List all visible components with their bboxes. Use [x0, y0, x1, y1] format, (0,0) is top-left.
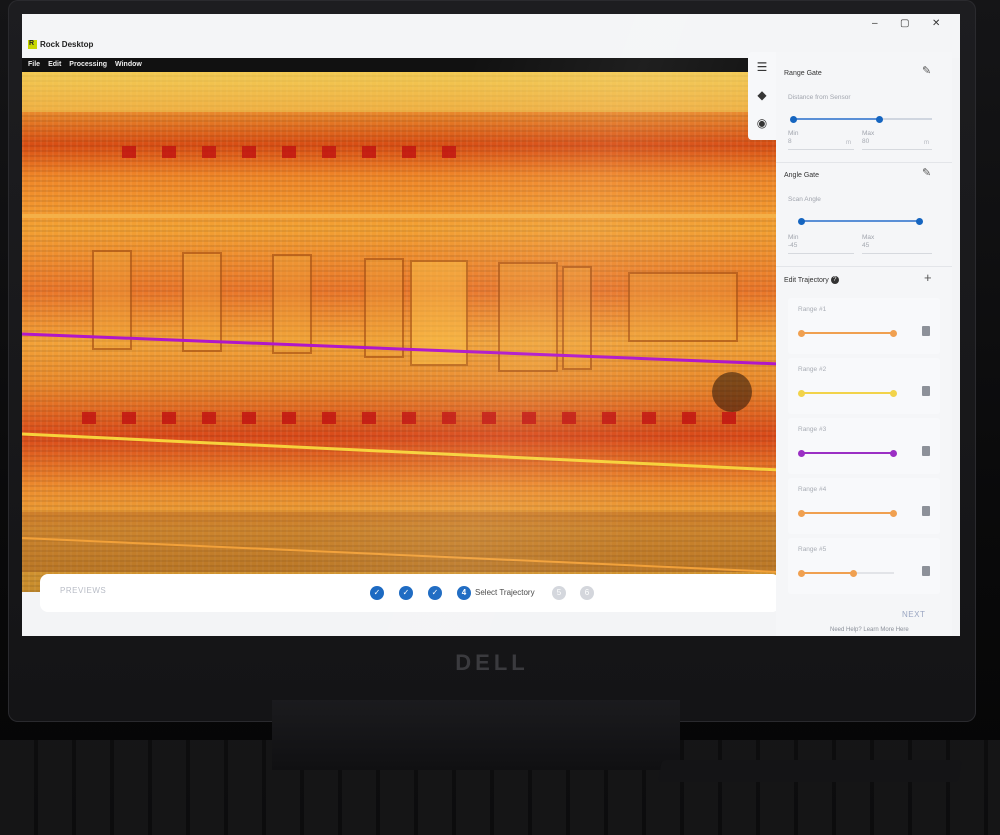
help-icon[interactable]: ? — [830, 276, 839, 284]
point-cloud-viewport[interactable] — [22, 72, 780, 592]
range-name: Range #5 — [798, 546, 827, 553]
range-gate-subtitle: Distance from Sensor — [788, 94, 851, 101]
range-name: Range #4 — [798, 486, 827, 493]
range-start-handle[interactable] — [798, 329, 805, 337]
range-item[interactable]: Range #2 — [788, 358, 940, 414]
range-name: Range #2 — [798, 366, 827, 373]
range-slider[interactable] — [798, 509, 897, 517]
angle-gate-title: Angle Gate — [784, 172, 820, 179]
eye-icon[interactable]: ◉ — [755, 116, 769, 130]
delete-range-icon[interactable] — [922, 566, 930, 576]
trajectory-overlay[interactable] — [22, 72, 780, 592]
app-logo-letter: R — [29, 40, 35, 47]
range-start-handle[interactable] — [798, 449, 805, 457]
step-2-complete-icon[interactable]: ✓ — [399, 586, 413, 600]
range-gate-max-value: 80 — [862, 138, 870, 145]
range-slider[interactable] — [798, 329, 897, 337]
range-slider[interactable] — [798, 569, 894, 577]
close-button[interactable]: ✕ — [932, 18, 940, 29]
range-start-handle[interactable] — [798, 389, 805, 397]
menu-bar: File Edit Processing Window — [22, 58, 762, 72]
range-item[interactable]: Range #1 — [788, 298, 940, 354]
step-4-label: Select Trajectory — [475, 588, 535, 597]
add-range-icon[interactable]: + — [924, 270, 932, 285]
photo-scene: DELL R Rock Desktop – ▢ ✕ File Edit Proc… — [0, 0, 1000, 835]
range-gate-min-field[interactable]: 8 m — [788, 138, 854, 150]
range-end-handle[interactable] — [890, 449, 897, 457]
range-start-handle[interactable] — [798, 509, 805, 517]
range-item[interactable]: Range #4 — [788, 478, 940, 534]
trajectory-purple[interactable] — [22, 332, 780, 366]
range-item[interactable]: Range #5 — [788, 538, 940, 594]
range-name: Range #3 — [798, 426, 827, 433]
maximize-button[interactable]: ▢ — [900, 18, 909, 29]
panel-toolbar: ☰ ◆ ◉ — [748, 52, 776, 140]
edit-trajectory-label: Edit Trajectory — [784, 276, 829, 284]
angle-gate-subtitle: Scan Angle — [788, 196, 821, 203]
menu-window[interactable]: Window — [115, 58, 142, 72]
delete-range-icon[interactable] — [922, 446, 930, 456]
trajectory-yellow[interactable] — [22, 432, 780, 472]
range-gate-title: Range Gate — [784, 70, 822, 77]
help-link[interactable]: Need Help? Learn More Here — [830, 627, 909, 633]
range-gate-max-unit: m — [924, 140, 929, 146]
range-slider[interactable] — [798, 449, 897, 457]
step-4-current[interactable]: 4 — [457, 586, 471, 600]
angle-gate-min-field[interactable]: -45 — [788, 242, 854, 254]
angle-gate-slider[interactable] — [798, 217, 923, 225]
range-gate-max-field[interactable]: 80 m — [862, 138, 932, 150]
sliders-icon[interactable]: ☰ — [755, 60, 769, 74]
range-gate-max-handle[interactable] — [876, 115, 883, 123]
range-end-handle[interactable] — [890, 329, 897, 337]
range-gate-min-value: 8 — [788, 138, 792, 145]
step-5[interactable]: 5 — [552, 586, 566, 600]
range-gate-slider[interactable] — [790, 115, 932, 123]
dell-logo: DELL — [455, 650, 529, 675]
delete-range-icon[interactable] — [922, 506, 930, 516]
layers-icon[interactable]: ◆ — [755, 88, 769, 102]
filter-panel: Range Gate ✎ Distance from Sensor Min Ma… — [776, 52, 952, 636]
delete-range-icon[interactable] — [922, 326, 930, 336]
angle-gate-min-handle[interactable] — [798, 217, 805, 225]
range-gate-max-label: Max — [862, 130, 875, 137]
angle-gate-min-label: Min — [788, 234, 799, 241]
divider — [776, 162, 952, 163]
range-end-handle[interactable] — [890, 509, 897, 517]
angle-gate-min-value: -45 — [788, 242, 798, 249]
range-end-handle[interactable] — [850, 569, 857, 577]
minimize-button[interactable]: – — [872, 18, 878, 29]
step-6[interactable]: 6 — [580, 586, 594, 600]
previous-button[interactable]: PREVIEWS — [60, 586, 106, 595]
step-3-complete-icon[interactable]: ✓ — [428, 586, 442, 600]
wizard-step-bar: PREVIEWS ✓ ✓ ✓ 4 Select Trajectory 5 6 — [40, 574, 780, 612]
angle-gate-max-handle[interactable] — [916, 217, 923, 225]
menu-edit[interactable]: Edit — [48, 58, 61, 72]
app-title: Rock Desktop — [40, 40, 94, 49]
range-start-handle[interactable] — [798, 569, 805, 577]
monitor-base — [658, 760, 962, 782]
step-1-complete-icon[interactable]: ✓ — [370, 586, 384, 600]
trajectory-orange[interactable] — [22, 537, 780, 573]
range-gate-min-unit: m — [846, 140, 851, 146]
menu-processing[interactable]: Processing — [69, 58, 107, 72]
range-gate-edit-icon[interactable]: ✎ — [922, 64, 931, 77]
edit-trajectory-title: Edit Trajectory? — [784, 276, 839, 284]
angle-gate-max-field[interactable]: 45 — [862, 242, 932, 254]
range-gate-min-handle[interactable] — [790, 115, 797, 123]
next-button[interactable]: NEXT — [902, 610, 925, 619]
app-window: R Rock Desktop – ▢ ✕ File Edit Processin… — [22, 14, 960, 636]
divider — [776, 266, 952, 267]
angle-gate-max-label: Max — [862, 234, 875, 241]
delete-range-icon[interactable] — [922, 386, 930, 396]
range-name: Range #1 — [798, 306, 827, 313]
range-gate-min-label: Min — [788, 130, 799, 137]
range-end-handle[interactable] — [890, 389, 897, 397]
menu-file[interactable]: File — [28, 58, 40, 72]
range-item[interactable]: Range #3 — [788, 418, 940, 474]
angle-gate-max-value: 45 — [862, 242, 870, 249]
monitor-stand — [272, 700, 680, 770]
range-slider[interactable] — [798, 389, 897, 397]
angle-gate-edit-icon[interactable]: ✎ — [922, 166, 931, 179]
